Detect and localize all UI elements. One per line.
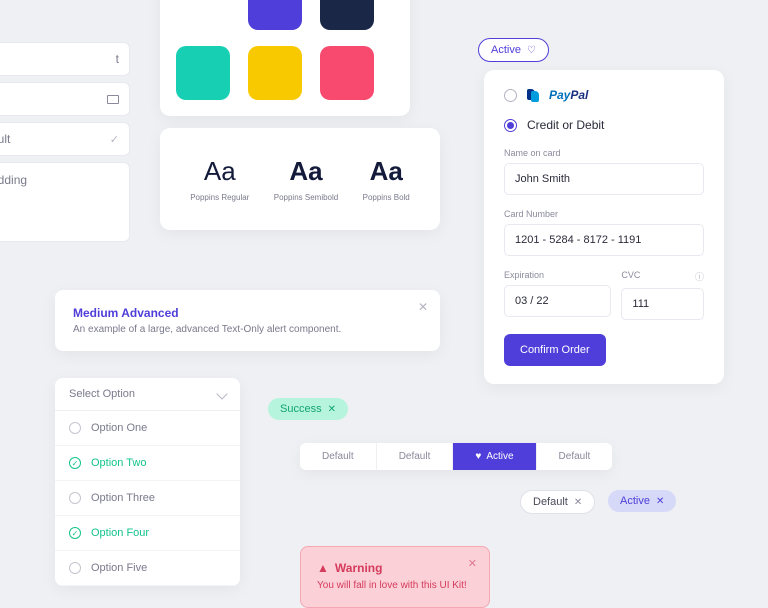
heart-icon: ♥ <box>475 451 481 462</box>
select-header-label: Select Option <box>69 388 135 400</box>
tag-label: Active <box>620 495 650 507</box>
cvc-input[interactable] <box>621 288 704 320</box>
payment-method-paypal[interactable]: PayPal <box>504 88 704 102</box>
font-sample-bold: Aa Poppins Bold <box>363 156 410 202</box>
info-icon[interactable]: ⓘ <box>695 270 704 283</box>
input-text: ault <box>0 132 10 146</box>
alert-title: Medium Advanced <box>73 306 422 320</box>
color-palette-card <box>160 0 410 116</box>
swatch-indigo[interactable] <box>248 0 302 30</box>
credit-label: Credit or Debit <box>527 118 604 132</box>
cvc-label-row: CVC ⓘ <box>621 270 704 283</box>
active-tag-filled[interactable]: Active ✕ <box>608 490 676 512</box>
warning-alert: ▲ Warning You will fall in love with thi… <box>300 546 490 608</box>
check-circle-icon <box>69 527 81 539</box>
option-label: Option Two <box>91 457 146 469</box>
swatch-row-1 <box>160 0 410 46</box>
select-list: Select Option Option One Option Two Opti… <box>55 378 240 586</box>
confirm-order-button[interactable]: Confirm Order <box>504 334 606 366</box>
segment-active[interactable]: ♥ Active <box>453 443 536 470</box>
payment-method-credit[interactable]: Credit or Debit <box>504 118 704 132</box>
circle-icon <box>69 422 81 434</box>
active-tag[interactable]: Active ♡ <box>478 38 549 62</box>
close-icon[interactable]: ✕ <box>328 404 336 415</box>
chevron-down-icon <box>216 388 227 399</box>
swatch-row-2 <box>160 46 410 116</box>
tag-label: Active <box>491 44 521 56</box>
input-text: t <box>116 52 119 66</box>
payment-card: PayPal Credit or Debit Name on card Card… <box>484 70 724 384</box>
swatch-pink[interactable] <box>320 46 374 100</box>
tag-label: Success <box>280 403 322 415</box>
text-input[interactable]: t <box>0 42 130 76</box>
select-option[interactable]: Option Three <box>55 481 240 516</box>
close-icon[interactable]: ✕ <box>418 300 428 314</box>
close-icon[interactable]: ✕ <box>656 496 664 507</box>
segment-default[interactable]: Default <box>537 443 613 470</box>
typography-card: Aa Poppins Regular Aa Poppins Semibold A… <box>160 128 440 230</box>
option-label: Option Four <box>91 527 149 539</box>
select-option[interactable]: Option Two <box>55 446 240 481</box>
warning-description: You will fall in love with this UI Kit! <box>317 579 473 593</box>
select-header[interactable]: Select Option <box>55 378 240 411</box>
radio-icon <box>504 89 517 102</box>
paypal-logo-icon <box>527 89 539 102</box>
circle-icon <box>69 492 81 504</box>
checkmark-icon: ✓ <box>110 133 119 146</box>
segment-label: Active <box>486 451 513 462</box>
radio-icon <box>504 119 517 132</box>
cvc-label: CVC <box>621 270 640 283</box>
font-sample-regular: Aa Poppins Regular <box>190 156 249 202</box>
segmented-control: Default Default ♥ Active Default <box>300 443 612 470</box>
swatch-teal[interactable] <box>176 46 230 100</box>
option-label: Option Five <box>91 562 147 574</box>
close-icon[interactable]: ✕ <box>574 497 582 508</box>
name-input[interactable] <box>504 163 704 195</box>
font-sample-semibold: Aa Poppins Semibold <box>274 156 338 202</box>
font-aa: Aa <box>190 156 249 187</box>
alert-description: An example of a large, advanced Text-Onl… <box>73 324 422 335</box>
default-tag[interactable]: Default ✕ <box>520 490 595 514</box>
textarea-input[interactable]: adding <box>0 162 130 242</box>
success-tag[interactable]: Success ✕ <box>268 398 348 420</box>
close-icon[interactable]: ✕ <box>468 557 477 570</box>
select-option[interactable]: Option One <box>55 411 240 446</box>
card-number-input[interactable] <box>504 224 704 256</box>
font-aa: Aa <box>274 156 338 187</box>
heart-icon: ♡ <box>527 45 536 56</box>
paypal-label: PayPal <box>549 88 588 102</box>
text-input-email[interactable] <box>0 82 130 116</box>
option-label: Option One <box>91 422 147 434</box>
swatch-yellow[interactable] <box>248 46 302 100</box>
segment-default[interactable]: Default <box>300 443 377 470</box>
envelope-icon <box>107 95 119 104</box>
tag-label: Default <box>533 496 568 508</box>
warning-title: Warning <box>335 561 383 575</box>
font-label: Poppins Regular <box>190 193 249 202</box>
font-label: Poppins Bold <box>363 193 410 202</box>
alert-medium-advanced: Medium Advanced An example of a large, a… <box>55 290 440 351</box>
card-number-label: Card Number <box>504 209 704 219</box>
swatch-navy[interactable] <box>320 0 374 30</box>
warning-triangle-icon: ▲ <box>317 561 329 575</box>
circle-icon <box>69 562 81 574</box>
expiration-input[interactable] <box>504 285 611 317</box>
font-aa: Aa <box>363 156 410 187</box>
textarea-text: adding <box>0 173 27 187</box>
segment-default[interactable]: Default <box>377 443 454 470</box>
expiration-label: Expiration <box>504 270 611 280</box>
warning-title-row: ▲ Warning <box>317 561 473 575</box>
name-label: Name on card <box>504 148 704 158</box>
option-label: Option Three <box>91 492 155 504</box>
select-input[interactable]: ault ✓ <box>0 122 130 156</box>
select-option[interactable]: Option Four <box>55 516 240 551</box>
font-label: Poppins Semibold <box>274 193 338 202</box>
check-circle-icon <box>69 457 81 469</box>
